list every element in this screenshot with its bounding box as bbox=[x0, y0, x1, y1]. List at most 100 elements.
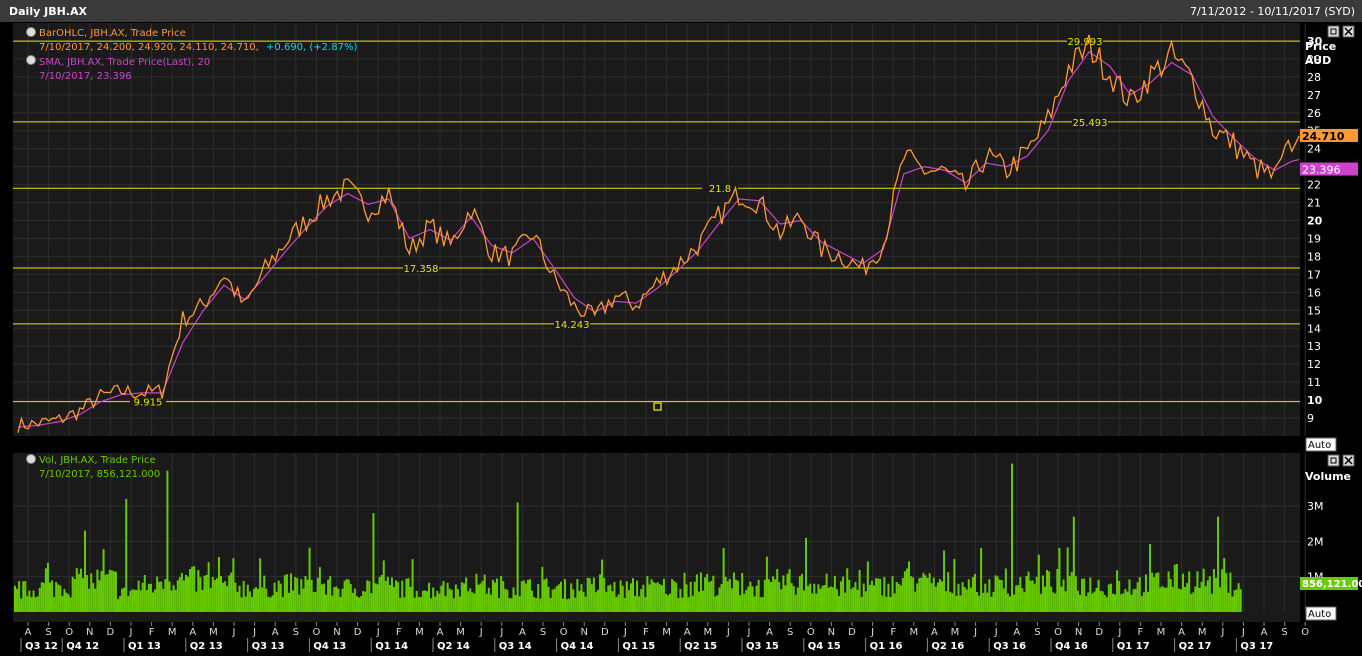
restore-icon[interactable] bbox=[1327, 25, 1340, 38]
volume-bar bbox=[873, 585, 876, 612]
volume-bar bbox=[889, 596, 892, 612]
volume-bar bbox=[561, 598, 564, 612]
volume-bar bbox=[533, 597, 536, 612]
volume-bar bbox=[123, 587, 126, 612]
volume-bar bbox=[908, 561, 911, 612]
volume-bar bbox=[349, 584, 352, 612]
volume-bar bbox=[1008, 596, 1011, 612]
volume-bar bbox=[584, 596, 587, 612]
close-icon[interactable] bbox=[1342, 454, 1355, 467]
volume-bar bbox=[586, 577, 589, 612]
volume-bar bbox=[774, 579, 777, 612]
volume-bar bbox=[401, 580, 404, 612]
price-tick-label: 14 bbox=[1307, 322, 1321, 335]
volume-bar bbox=[139, 590, 142, 612]
volume-bar bbox=[640, 589, 643, 612]
volume-bar bbox=[1091, 593, 1094, 612]
volume-bar bbox=[870, 580, 873, 612]
volume-bar bbox=[743, 593, 746, 612]
legend-clock-icon[interactable] bbox=[26, 454, 36, 464]
volume-bar bbox=[1200, 581, 1203, 612]
volume-bar bbox=[154, 589, 157, 612]
volume-bar bbox=[1227, 592, 1230, 612]
volume-bar bbox=[805, 537, 808, 612]
price-tick-label: 26 bbox=[1307, 107, 1321, 120]
volume-bar bbox=[1089, 577, 1092, 612]
volume-bar bbox=[936, 582, 939, 612]
x-quarter-label: Q2 16 bbox=[931, 641, 964, 652]
volume-bar bbox=[189, 569, 192, 612]
x-month-label: J bbox=[376, 627, 380, 638]
volume-bar bbox=[1116, 570, 1119, 612]
legend-clock-icon[interactable] bbox=[26, 55, 36, 65]
volume-bar bbox=[1157, 572, 1160, 612]
volume-bar bbox=[487, 587, 490, 612]
volume-bar bbox=[557, 584, 560, 612]
volume-bar bbox=[825, 573, 828, 612]
horizontal-line-label: 21.8 bbox=[709, 184, 731, 195]
volume-bar bbox=[910, 576, 913, 612]
volume-bar bbox=[170, 590, 173, 612]
volume-bar bbox=[1190, 594, 1193, 612]
volume-bar bbox=[718, 587, 721, 612]
volume-bar bbox=[1048, 571, 1051, 612]
volume-bar bbox=[180, 572, 183, 612]
volume-bar bbox=[496, 578, 499, 612]
x-month-label: A bbox=[1013, 627, 1020, 638]
volume-y-axis: 1M2M3M bbox=[1307, 500, 1324, 584]
x-month-label: M bbox=[662, 627, 671, 638]
volume-bar bbox=[990, 596, 993, 612]
volume-bar bbox=[963, 587, 966, 612]
x-month-label: S bbox=[1034, 627, 1040, 638]
volume-bar bbox=[1204, 586, 1207, 612]
volume-bar bbox=[735, 579, 737, 612]
volume-bar bbox=[178, 577, 181, 612]
price-tick-label: 19 bbox=[1307, 232, 1321, 245]
volume-bar bbox=[1095, 587, 1098, 612]
volume-bar bbox=[969, 587, 972, 612]
volume-bar bbox=[932, 577, 935, 612]
volume-bar bbox=[215, 578, 218, 612]
date-range: 7/11/2012 - 10/11/2017 (SYD) bbox=[1190, 5, 1355, 18]
volume-bar bbox=[924, 575, 927, 612]
volume-bar bbox=[817, 584, 820, 612]
volume-bar bbox=[1169, 579, 1172, 612]
volume-bar bbox=[790, 583, 793, 612]
volume-bar bbox=[778, 582, 781, 612]
legend-clock-icon[interactable] bbox=[26, 27, 36, 37]
volume-bar bbox=[310, 579, 313, 612]
x-month-label: O bbox=[1301, 627, 1309, 638]
volume-bar bbox=[88, 588, 91, 612]
volume-bar bbox=[941, 581, 943, 612]
chart-window: Daily JBH.AX 7/11/2012 - 10/11/2017 (SYD… bbox=[0, 0, 1362, 652]
volume-bar bbox=[650, 579, 653, 612]
volume-bar bbox=[1149, 544, 1152, 612]
volume-bar bbox=[1233, 590, 1236, 612]
volume-bar bbox=[1070, 571, 1073, 612]
volume-bar bbox=[1221, 569, 1224, 612]
volume-bar bbox=[549, 597, 552, 612]
volume-bar bbox=[1136, 582, 1139, 612]
restore-icon[interactable] bbox=[1327, 454, 1340, 467]
x-month-label: A bbox=[189, 627, 196, 638]
volume-bar bbox=[1223, 557, 1226, 612]
ohlc-legend-title: BarOHLC, JBH.AX, Trade Price bbox=[39, 28, 186, 39]
volume-bar bbox=[374, 583, 377, 612]
volume-bar bbox=[211, 576, 214, 612]
volume-bar bbox=[419, 597, 422, 612]
volume-bar bbox=[316, 577, 319, 612]
volume-bar bbox=[551, 589, 554, 612]
price-panel bbox=[13, 23, 1300, 436]
volume-bar bbox=[57, 584, 60, 612]
volume-bar bbox=[1079, 594, 1082, 612]
volume-bar bbox=[94, 588, 97, 612]
volume-bar bbox=[592, 577, 595, 612]
volume-bar bbox=[471, 592, 474, 612]
close-icon[interactable] bbox=[1342, 25, 1355, 38]
volume-bar bbox=[980, 548, 983, 612]
volume-bar bbox=[943, 550, 946, 612]
volume-bar bbox=[1021, 588, 1024, 612]
volume-bar bbox=[1068, 575, 1071, 612]
volume-bar bbox=[100, 571, 103, 612]
volume-bar bbox=[811, 593, 814, 612]
